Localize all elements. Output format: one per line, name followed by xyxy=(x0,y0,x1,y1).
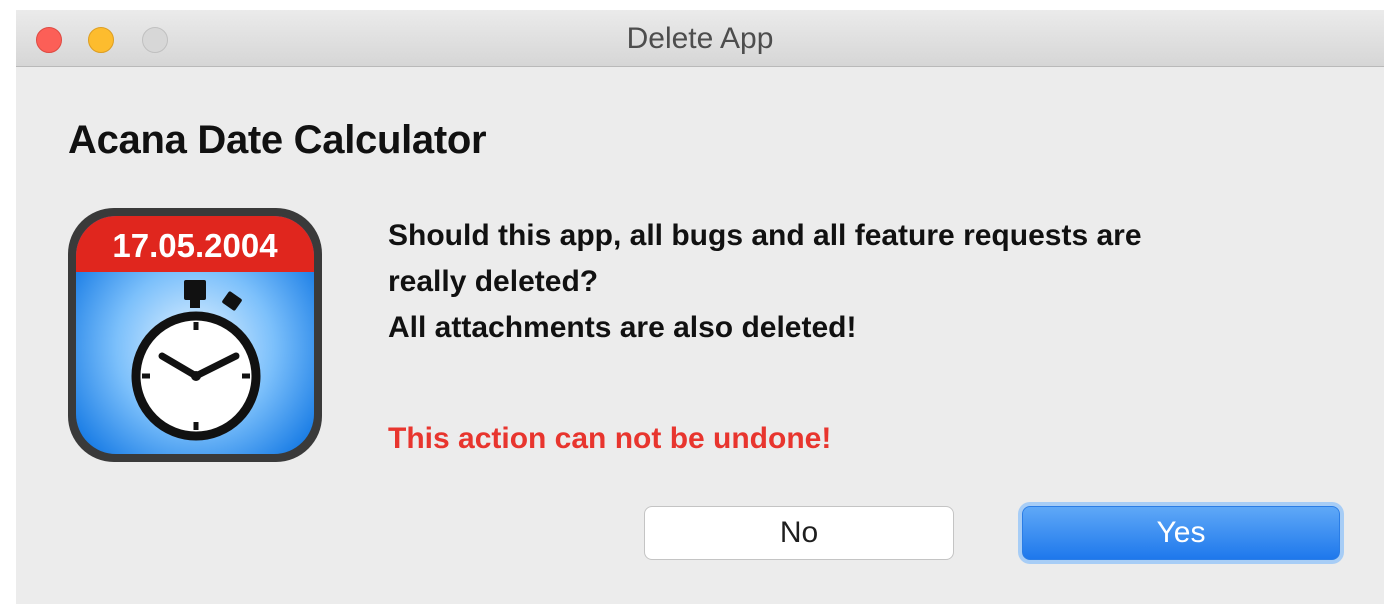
window-title: Delete App xyxy=(626,22,774,55)
irreversible-warning: This action can not be undone! xyxy=(388,422,832,455)
app-name-heading: Acana Date Calculator xyxy=(68,118,487,162)
stopwatch-calendar-icon: 17.05.2004 xyxy=(66,206,324,464)
message-line: Should this app, all bugs and all featur… xyxy=(388,219,1142,252)
delete-app-dialog: Delete App Acana Date Calculator 17.05.2… xyxy=(16,10,1384,604)
no-button[interactable]: No xyxy=(644,506,954,560)
icon-date-label: 17.05.2004 xyxy=(112,227,278,264)
message-line: All attachments are also deleted! xyxy=(388,311,857,344)
confirmation-message: Should this app, all bugs and all featur… xyxy=(388,213,1348,351)
yes-button[interactable]: Yes xyxy=(1022,506,1340,560)
title-bar[interactable]: Delete App xyxy=(16,10,1384,67)
message-line: really deleted? xyxy=(388,265,599,298)
